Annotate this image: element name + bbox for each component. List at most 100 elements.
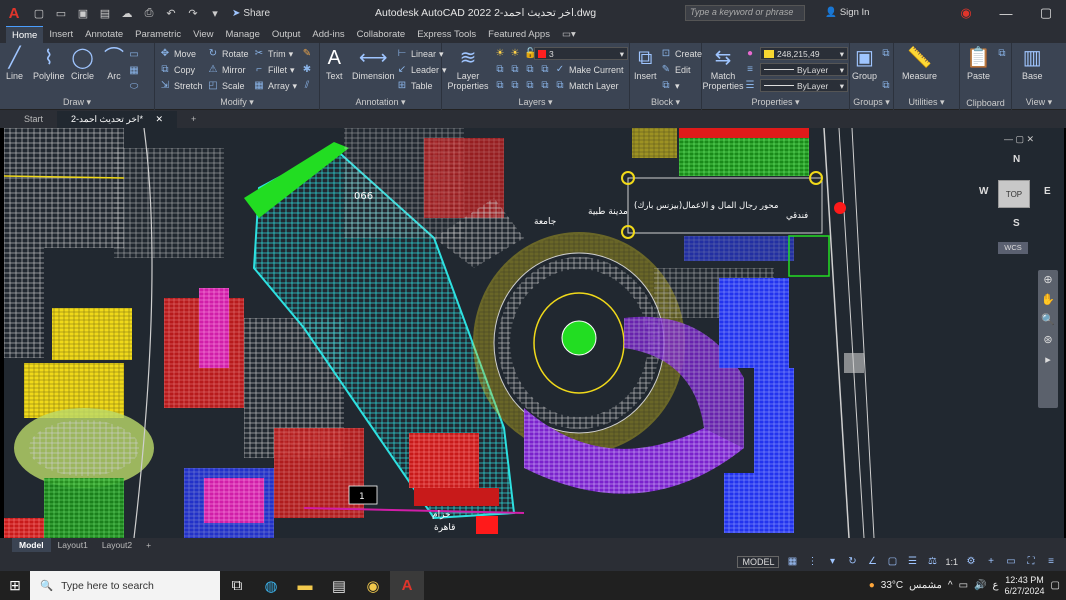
- block-attributes-icon[interactable]: ⧉ ▾: [660, 80, 679, 92]
- tab-collaborate[interactable]: Collaborate: [351, 26, 412, 43]
- tab-insert[interactable]: Insert: [43, 26, 79, 43]
- workspace-gear-icon[interactable]: ⚙: [964, 555, 978, 568]
- layer-state-icons[interactable]: ☀ ☀ 🔓: [494, 48, 537, 60]
- new-file-icon[interactable]: ▢: [30, 5, 48, 21]
- tab-add-ins[interactable]: Add-ins: [306, 26, 350, 43]
- modify-panel-title[interactable]: Modify ▾: [155, 97, 319, 108]
- tab-featured-apps[interactable]: Featured Apps: [482, 26, 556, 43]
- model-space-toggle[interactable]: MODEL: [737, 555, 780, 568]
- clock[interactable]: 12:43 PM 6/27/2024: [1005, 575, 1045, 597]
- print-icon[interactable]: ⎙: [140, 5, 158, 21]
- redo-icon[interactable]: ↷: [184, 5, 202, 21]
- linear-button[interactable]: ⊢ Linear ▾: [396, 48, 444, 60]
- color-dropdown[interactable]: 248,215,49 ▾: [760, 47, 848, 60]
- lineweight-dropdown[interactable]: ByLayer ▾: [760, 79, 848, 92]
- groups-panel-title[interactable]: Groups ▾: [850, 97, 893, 108]
- grid-icon[interactable]: ▦: [785, 555, 799, 568]
- layer-tools-row-2[interactable]: ⧉ ⧉ ⧉ ⧉: [494, 80, 551, 92]
- erase-icon[interactable]: ✎: [301, 48, 313, 60]
- sign-in-button[interactable]: 👤 Sign In: [825, 7, 869, 18]
- text-button[interactable]: A Text: [326, 47, 343, 81]
- file-explorer-icon[interactable]: ▬: [288, 571, 322, 600]
- autocad-taskbar-icon[interactable]: A: [390, 571, 424, 600]
- save-icon[interactable]: ▣: [74, 5, 92, 21]
- group-edit-icon[interactable]: ⧉: [880, 80, 892, 92]
- polyline-button[interactable]: ⌇ Polyline: [33, 47, 65, 81]
- insert-button[interactable]: ⧉ Insert: [634, 47, 657, 81]
- tab-parametric[interactable]: Parametric: [129, 26, 187, 43]
- share-button[interactable]: ➤ Share: [232, 8, 270, 19]
- circle-button[interactable]: ◯ Circle: [71, 47, 94, 81]
- drawing-canvas[interactable]: 066 جامعة مدينة طبية محور رجال المال و ا…: [4, 128, 1064, 538]
- annotation-scale-icon[interactable]: ⚖: [925, 555, 939, 568]
- block-panel-title[interactable]: Block ▾: [630, 97, 701, 108]
- dimension-button[interactable]: ⟷ Dimension: [352, 47, 395, 81]
- tab-layout1[interactable]: Layout1: [51, 538, 95, 552]
- rotate-button[interactable]: ↻ Rotate: [207, 48, 249, 60]
- cad-drawing[interactable]: 066 جامعة مدينة طبية محور رجال المال و ا…: [4, 128, 1064, 538]
- annotation-scale-value[interactable]: 1:1: [945, 557, 958, 567]
- edit-block-button[interactable]: ✎ Edit: [660, 64, 691, 76]
- maximize-icon[interactable]: ▢: [1026, 0, 1066, 26]
- task-view-icon[interactable]: ⧉: [220, 571, 254, 600]
- match-layer-button[interactable]: ⧉ Match Layer: [554, 80, 618, 92]
- trim-button[interactable]: ✂ Trim ▾: [253, 48, 293, 60]
- chrome-icon[interactable]: ◉: [356, 571, 390, 600]
- ribbon-toggle-icon[interactable]: ▭▾: [556, 26, 582, 43]
- weather-temp[interactable]: 33°C: [881, 580, 903, 591]
- leader-button[interactable]: ↙ Leader ▾: [396, 64, 447, 76]
- ellipse-tool-icon[interactable]: ⬭: [128, 81, 140, 93]
- stretch-button[interactable]: ⇲ Stretch: [159, 80, 203, 92]
- add-layout-icon[interactable]: +: [139, 538, 158, 552]
- new-tab-icon[interactable]: +: [177, 111, 210, 128]
- base-button[interactable]: ▥ Base: [1022, 47, 1043, 81]
- annotation-panel-title[interactable]: Annotation ▾: [320, 97, 441, 108]
- tab-start[interactable]: Start: [10, 111, 57, 128]
- layer-dropdown[interactable]: 3 ▾: [534, 47, 628, 60]
- tab-drawing[interactable]: 2-اخر تحديث احمد* ✕: [57, 111, 178, 128]
- plus-icon[interactable]: +: [984, 555, 998, 568]
- tab-home[interactable]: Home: [6, 26, 44, 43]
- open-folder-icon[interactable]: ▭: [52, 5, 70, 21]
- volume-icon[interactable]: 🔊: [974, 580, 986, 591]
- edge-icon[interactable]: ◍: [254, 571, 288, 600]
- undo-icon[interactable]: ↶: [162, 5, 180, 21]
- fullscreen-icon[interactable]: ⛶: [1024, 555, 1038, 568]
- make-current-button[interactable]: ✓ Make Current: [554, 64, 624, 76]
- taskbar-search-input[interactable]: 🔍 Type here to search: [30, 571, 220, 600]
- tab-output[interactable]: Output: [266, 26, 307, 43]
- snap-icon[interactable]: ⋮: [805, 555, 819, 568]
- tab-annotate[interactable]: Annotate: [79, 26, 129, 43]
- linetype-dropdown[interactable]: ByLayer ▾: [760, 63, 848, 76]
- array-button[interactable]: ▦ Array ▾: [253, 80, 297, 92]
- object-snap-tracking-icon[interactable]: ∠: [865, 555, 879, 568]
- rectangle-tool-icon[interactable]: ▭: [128, 49, 140, 61]
- viewport-controls[interactable]: — ▢ ✕: [1004, 134, 1034, 145]
- paste-button[interactable]: 📋 Paste: [966, 47, 991, 81]
- group-button[interactable]: ▣ Group: [852, 47, 877, 81]
- draw-panel-title[interactable]: Draw ▾: [0, 97, 154, 108]
- hatch-tool-icon[interactable]: ▦: [128, 65, 140, 77]
- windows-start-icon[interactable]: ⊞: [0, 571, 30, 600]
- osnap-icon[interactable]: ▢: [885, 555, 899, 568]
- mirror-button[interactable]: ⚠ Mirror: [207, 64, 246, 76]
- match-properties-button[interactable]: ⇆ Match Properties: [703, 47, 744, 91]
- table-button[interactable]: ⊞ Table: [396, 80, 433, 92]
- tab-layout2[interactable]: Layout2: [95, 538, 139, 552]
- line-button[interactable]: ╱ Line: [6, 47, 23, 81]
- navigation-bar[interactable]: ⊕ ✋ 🔍 ⊛ ▸: [1038, 270, 1058, 408]
- layer-tools-row-1[interactable]: ⧉ ⧉ ⧉ ⧉: [494, 64, 551, 76]
- clipboard-panel-title[interactable]: Clipboard: [960, 98, 1011, 108]
- viewcube-top[interactable]: TOP: [998, 180, 1030, 208]
- language-indicator[interactable]: ع: [993, 580, 999, 591]
- chevron-down-icon[interactable]: ▾: [825, 555, 839, 568]
- wcs-menu[interactable]: WCS: [998, 242, 1028, 254]
- ungroup-icon[interactable]: ⧉: [880, 48, 892, 60]
- tab-manage[interactable]: Manage: [220, 26, 266, 43]
- notifications-icon[interactable]: ▢: [1051, 580, 1060, 591]
- layers-panel-title[interactable]: Layers ▾: [442, 97, 629, 108]
- nav-tools-icon[interactable]: ⊕ ✋ 🔍 ⊛ ▸: [1038, 270, 1058, 370]
- minimize-icon[interactable]: —: [986, 0, 1026, 26]
- offset-icon[interactable]: ⫽: [301, 80, 313, 92]
- lineweight-toggle-icon[interactable]: ☰: [905, 555, 919, 568]
